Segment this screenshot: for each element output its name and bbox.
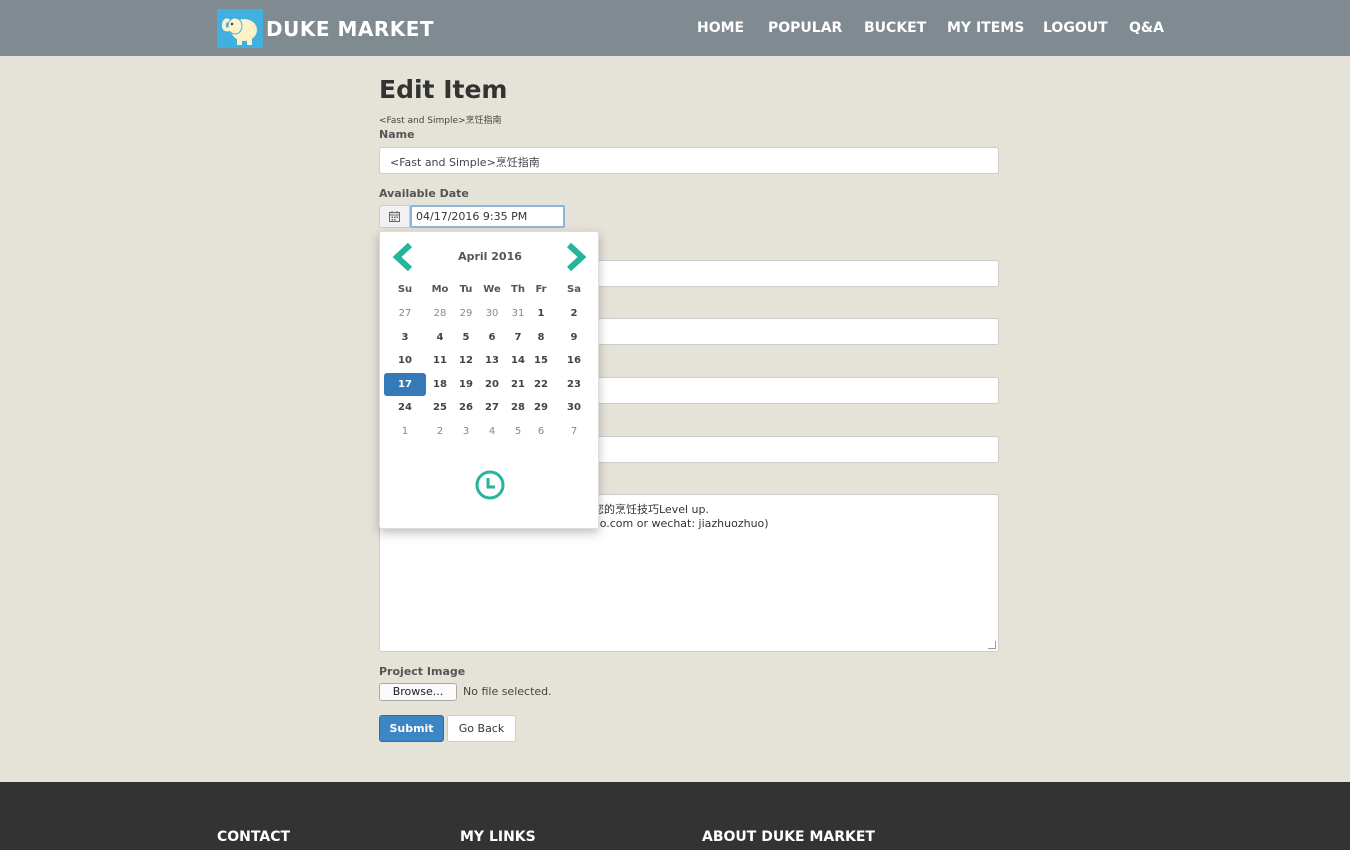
day-cell[interactable]: 1 (526, 308, 556, 319)
description-line-1: 您的烹饪技巧Level up. (593, 503, 709, 516)
chevron-right-icon[interactable] (565, 242, 587, 272)
project-image-label: Project Image (379, 665, 466, 678)
name-label: Name (379, 128, 415, 141)
resize-handle[interactable] (988, 641, 996, 649)
day-cell[interactable]: 15 (526, 355, 556, 366)
day-cell[interactable]: 7 (559, 426, 589, 437)
calendar-icon (389, 211, 400, 222)
submit-button[interactable]: Submit (379, 715, 444, 742)
footer: CONTACT MY LINKS ABOUT DUKE MARKET (0, 782, 1350, 850)
weekday-header: Sa (567, 284, 581, 295)
footer-contact-heading: CONTACT (217, 829, 291, 845)
elephant-logo-icon (217, 9, 263, 48)
day-cell[interactable]: 24 (390, 402, 420, 413)
name-field[interactable]: <Fast and Simple>烹饪指南 (379, 147, 999, 174)
navbar: DUKE MARKET HOME POPULAR BUCKET MY ITEMS… (0, 0, 1350, 56)
day-cell[interactable]: 23 (559, 379, 589, 390)
nav-bucket[interactable]: BUCKET (864, 20, 926, 36)
weekday-header: Su (397, 284, 413, 295)
nav-qa[interactable]: Q&A (1129, 20, 1164, 36)
item-subtitle: <Fast and Simple>烹饪指南 (379, 116, 502, 126)
day-cell[interactable]: 9 (559, 332, 589, 343)
day-cell[interactable]: 30 (559, 402, 589, 413)
day-cell[interactable]: 22 (526, 379, 556, 390)
day-cell-selected[interactable]: 17 (384, 372, 426, 396)
nav-logout[interactable]: LOGOUT (1043, 20, 1108, 36)
day-cell[interactable]: 8 (526, 332, 556, 343)
date-label: Available Date (379, 187, 469, 200)
day-cell[interactable]: 2 (559, 308, 589, 319)
date-input[interactable]: 04/17/2016 9:35 PM (410, 205, 565, 228)
day-cell[interactable]: 10 (390, 355, 420, 366)
day-cell[interactable]: 6 (526, 426, 556, 437)
nav-popular[interactable]: POPULAR (768, 20, 842, 36)
datepicker-popup: April 2016 Su Mo Tu We Th Fr Sa 27 28 29 30 31 1 2 3 4 5… (379, 231, 599, 529)
brand[interactable]: DUKE MARKET (217, 9, 434, 48)
brand-name: DUKE MARKET (266, 16, 435, 41)
day-cell[interactable]: 27 (390, 308, 420, 319)
browse-button[interactable]: Browse... (379, 683, 457, 701)
page-title: Edit Item (379, 75, 508, 104)
go-back-button[interactable]: Go Back (447, 715, 516, 742)
no-file-text: No file selected. (463, 685, 552, 698)
footer-my-links-heading: MY LINKS (460, 829, 536, 845)
date-addon[interactable] (379, 205, 410, 228)
nav-my-items[interactable]: MY ITEMS (947, 20, 1024, 36)
nav-home[interactable]: HOME (697, 20, 744, 36)
clock-icon[interactable] (474, 469, 506, 501)
footer-about-heading: ABOUT DUKE MARKET (702, 829, 875, 845)
weekday-header: Fr (535, 284, 547, 295)
day-cell[interactable]: 16 (559, 355, 589, 366)
day-cell[interactable]: 29 (526, 402, 556, 413)
day-cell[interactable]: 3 (390, 332, 420, 343)
description-line-2: oo.com or wechat: jiazhuozhuo) (593, 517, 769, 530)
day-cell[interactable]: 1 (390, 426, 420, 437)
